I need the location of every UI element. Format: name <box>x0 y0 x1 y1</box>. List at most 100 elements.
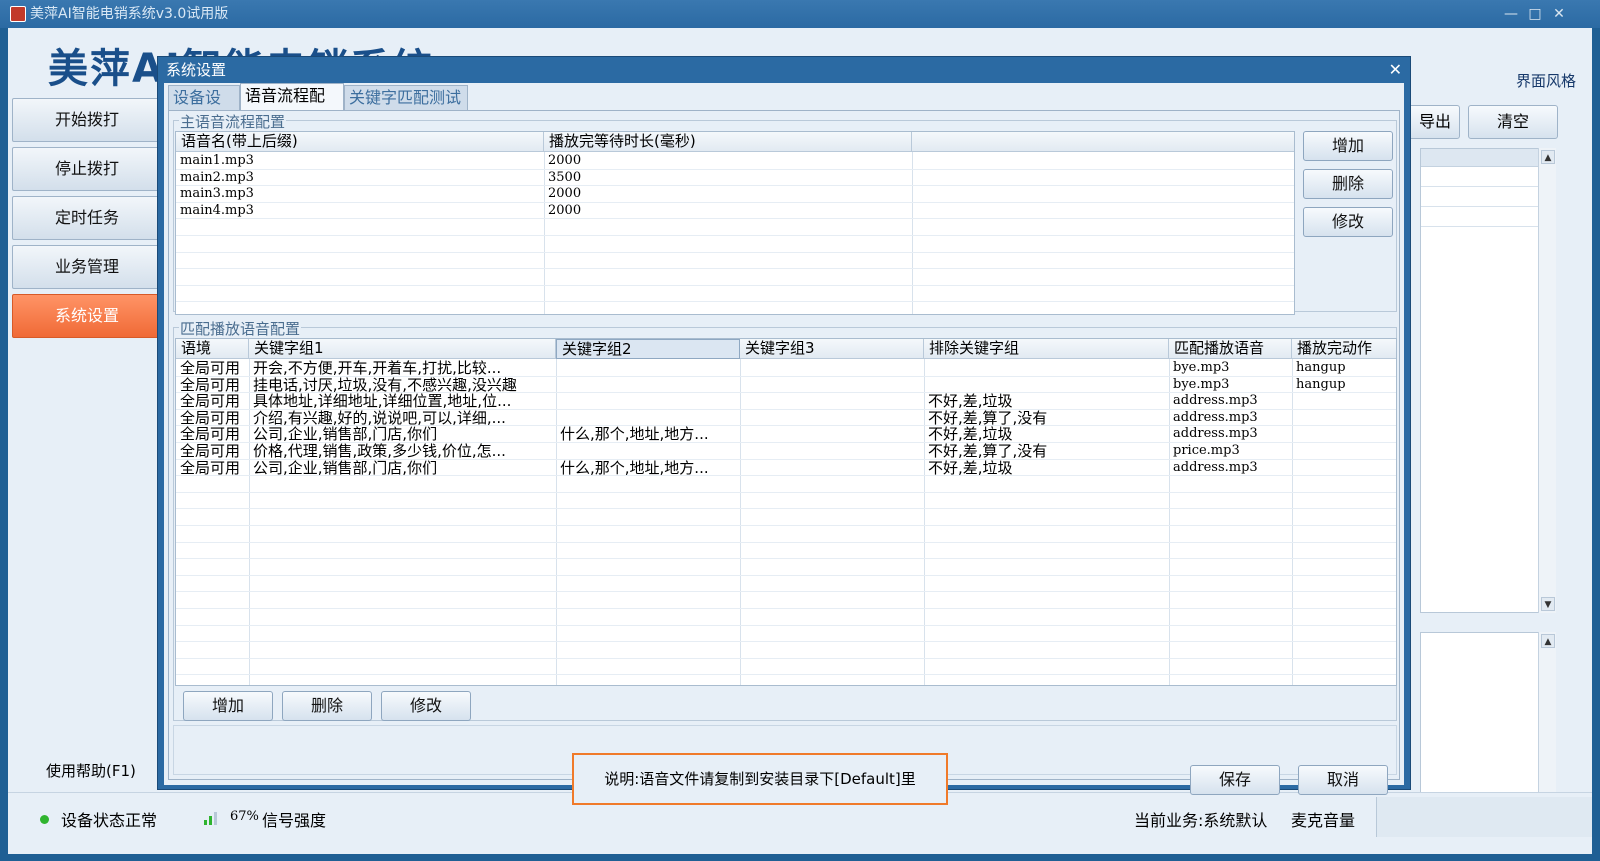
table-cell[interactable]: 全局可用 <box>176 426 249 443</box>
table-cell[interactable]: main1.mp3 <box>176 153 536 170</box>
close-window-button[interactable]: ✕ <box>1548 0 1570 28</box>
skin-style-link[interactable]: 界面风格 <box>1516 70 1576 91</box>
table-cell[interactable] <box>740 460 924 477</box>
column-header <box>912 132 1294 152</box>
table-cell[interactable]: 2000 <box>544 186 904 203</box>
table-cell[interactable] <box>1292 443 1396 460</box>
table-cell[interactable]: 不好,差,垃圾 <box>924 426 1169 443</box>
tab-keyword-test[interactable]: 关键字匹配测试 <box>344 85 468 111</box>
table-cell[interactable] <box>924 360 1169 377</box>
match-edit-button[interactable]: 修改 <box>381 691 471 721</box>
table-cell[interactable] <box>740 443 924 460</box>
column-header[interactable]: 播放完等待时长(毫秒) <box>544 132 912 152</box>
signal-label: 信号强度 <box>262 811 327 830</box>
table-cell[interactable] <box>740 377 924 394</box>
table-cell[interactable] <box>556 393 740 410</box>
column-header[interactable]: 关键字组3 <box>740 339 924 359</box>
dialog-close-button[interactable]: ✕ <box>1389 57 1402 83</box>
table-cell[interactable]: 3500 <box>544 170 904 187</box>
table-cell[interactable]: 不好,差,算了,没有 <box>924 443 1169 460</box>
main-delete-button[interactable]: 删除 <box>1303 169 1393 199</box>
sidebar-item-settings[interactable]: 系统设置 <box>12 294 162 338</box>
table-cell[interactable] <box>556 443 740 460</box>
main-edit-button[interactable]: 修改 <box>1303 207 1393 237</box>
main-add-button[interactable]: 增加 <box>1303 131 1393 161</box>
match-delete-button[interactable]: 删除 <box>282 691 372 721</box>
table-cell[interactable]: address.mp3 <box>1169 410 1292 427</box>
table-cell[interactable]: 2000 <box>544 203 904 220</box>
table-cell[interactable]: 介绍,有兴趣,好的,说说吧,可以,详细,... <box>249 410 556 427</box>
scroll-up-icon[interactable]: ▲ <box>1541 634 1555 648</box>
sidebar-item-start-dial[interactable]: 开始拨打 <box>12 98 162 142</box>
column-header[interactable]: 播放完动作 <box>1292 339 1396 359</box>
table-cell[interactable]: address.mp3 <box>1169 460 1292 477</box>
table-cell[interactable]: main4.mp3 <box>176 203 536 220</box>
minimize-button[interactable]: — <box>1500 0 1522 28</box>
table-cell[interactable] <box>556 410 740 427</box>
call-list-scrollbar[interactable]: ▲ ▼ <box>1538 148 1556 613</box>
table-cell[interactable]: main3.mp3 <box>176 186 536 203</box>
table-cell[interactable] <box>1292 460 1396 477</box>
cancel-button[interactable]: 取消 <box>1298 765 1388 795</box>
column-header[interactable]: 匹配播放语音 <box>1169 339 1292 359</box>
install-note: 说明:语音文件请复制到安装目录下[Default]里 <box>572 753 948 805</box>
tab-device-settings[interactable]: 设备设置 <box>168 85 240 131</box>
table-cell[interactable]: 全局可用 <box>176 443 249 460</box>
clear-button[interactable]: 清空 <box>1468 105 1558 139</box>
column-header[interactable]: 语音名(带上后缀) <box>176 132 544 152</box>
scroll-up-icon[interactable]: ▲ <box>1541 150 1555 164</box>
table-cell[interactable]: bye.mp3 <box>1169 377 1292 394</box>
current-business: 当前业务:系统默认 <box>1134 811 1268 830</box>
tab-voice-flow[interactable]: 语音流程配置 <box>240 83 344 129</box>
table-cell[interactable]: 开会,不方便,开车,开着车,打扰,比较... <box>249 360 556 377</box>
table-cell[interactable]: price.mp3 <box>1169 443 1292 460</box>
table-cell[interactable]: 什么,那个,地址,地方... <box>556 460 740 477</box>
save-button[interactable]: 保存 <box>1190 765 1280 795</box>
sidebar-item-stop-dial[interactable]: 停止拨打 <box>12 147 162 191</box>
main-flow-grid[interactable]: 语音名(带上后缀) 播放完等待时长(毫秒) main1.mp3 2000 main2… <box>175 131 1295 315</box>
table-cell[interactable]: 不好,差,算了,没有 <box>924 410 1169 427</box>
table-cell[interactable] <box>556 377 740 394</box>
table-cell[interactable] <box>740 410 924 427</box>
table-cell[interactable]: main2.mp3 <box>176 170 536 187</box>
table-cell[interactable]: address.mp3 <box>1169 426 1292 443</box>
table-cell[interactable]: hangup <box>1292 360 1396 377</box>
table-cell[interactable]: 全局可用 <box>176 410 249 427</box>
match-add-button[interactable]: 增加 <box>183 691 273 721</box>
table-cell[interactable]: 2000 <box>544 153 904 170</box>
table-cell[interactable]: hangup <box>1292 377 1396 394</box>
match-grid[interactable]: 语境 关键字组1 关键字组2 关键字组3 排除关键字组 匹配播放语音 播放完动作… <box>175 338 1397 686</box>
table-cell[interactable] <box>740 426 924 443</box>
column-header[interactable]: 语境 <box>176 339 249 359</box>
table-cell[interactable] <box>924 377 1169 394</box>
table-cell[interactable]: 什么,那个,地址,地方... <box>556 426 740 443</box>
table-cell[interactable]: 全局可用 <box>176 393 249 410</box>
table-cell[interactable]: 挂电话,讨厌,垃圾,没有,不感兴趣,没兴趣 <box>249 377 556 394</box>
table-cell[interactable]: bye.mp3 <box>1169 360 1292 377</box>
column-header[interactable]: 关键字组1 <box>249 339 556 359</box>
column-header[interactable]: 关键字组2 <box>556 339 740 359</box>
scroll-down-icon[interactable]: ▼ <box>1541 597 1555 611</box>
table-cell[interactable] <box>1292 393 1396 410</box>
sidebar-item-business[interactable]: 业务管理 <box>12 245 162 289</box>
table-cell[interactable]: 全局可用 <box>176 377 249 394</box>
sidebar-item-scheduled-tasks[interactable]: 定时任务 <box>12 196 162 240</box>
maximize-button[interactable]: □ <box>1524 0 1546 28</box>
table-cell[interactable]: 公司,企业,销售部,门店,你们 <box>249 426 556 443</box>
table-cell[interactable]: address.mp3 <box>1169 393 1292 410</box>
table-cell[interactable] <box>556 360 740 377</box>
mic-volume-control[interactable] <box>1376 797 1592 837</box>
table-cell[interactable]: 全局可用 <box>176 360 249 377</box>
table-cell[interactable]: 全局可用 <box>176 460 249 477</box>
table-cell[interactable]: 具体地址,详细地址,详细位置,地址,位... <box>249 393 556 410</box>
table-cell[interactable] <box>1292 410 1396 427</box>
table-cell[interactable]: 价格,代理,销售,政策,多少钱,价位,怎... <box>249 443 556 460</box>
table-cell[interactable]: 不好,差,垃圾 <box>924 393 1169 410</box>
table-cell[interactable] <box>740 360 924 377</box>
table-cell[interactable] <box>740 393 924 410</box>
column-header[interactable]: 排除关键字组 <box>924 339 1169 359</box>
table-cell[interactable] <box>1292 426 1396 443</box>
table-cell[interactable]: 公司,企业,销售部,门店,你们 <box>249 460 556 477</box>
help-link[interactable]: 使用帮助(F1) <box>46 760 136 781</box>
table-cell[interactable]: 不好,差,垃圾 <box>924 460 1169 477</box>
